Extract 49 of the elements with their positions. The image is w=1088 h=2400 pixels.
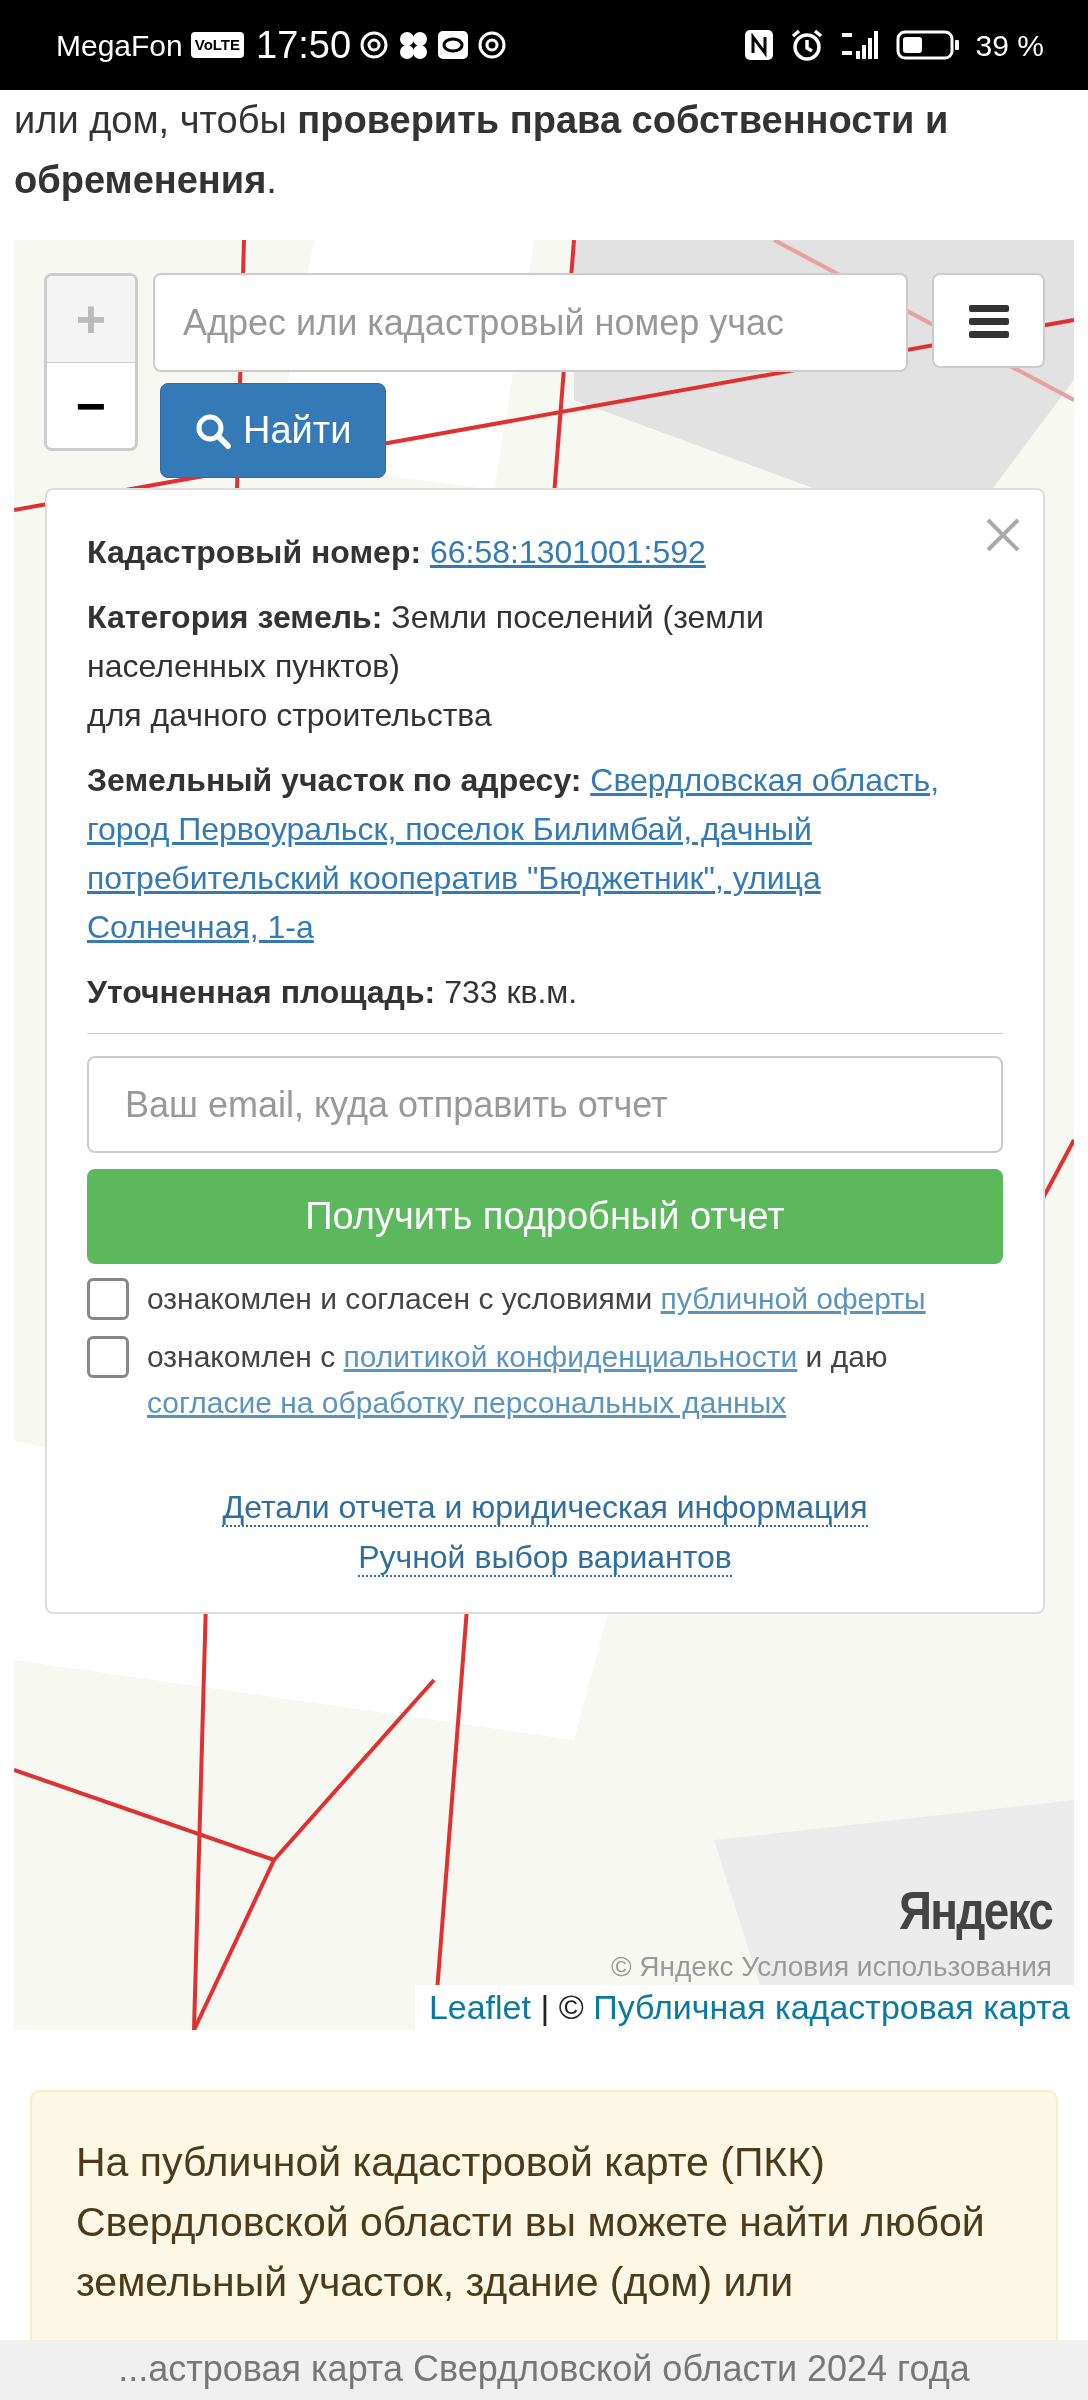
attribution-separator: | ©	[540, 1988, 584, 2026]
field-link[interactable]: 66:58:1301001:592	[429, 534, 706, 570]
field-value: населенных пунктов)	[87, 648, 400, 684]
field-value: 733 кв.м.	[444, 974, 578, 1010]
field-link[interactable]: Солнечная, 1-а	[87, 909, 314, 945]
search-icon	[195, 412, 231, 449]
zoom-button[interactable]: −	[47, 362, 135, 448]
find-button[interactable]: Найти	[160, 383, 387, 478]
map-logo: Яндекс	[898, 1880, 1052, 1940]
field-link[interactable]: город Первоуральск, поселок Билимбай, дачный	[87, 811, 812, 847]
consent-link[interactable]: публичной оферты	[660, 1282, 926, 1315]
ring-icon	[437, 30, 470, 60]
consent-text: ознакомлен и согласен с условиями	[147, 1282, 653, 1315]
field-link[interactable]: потребительский кооператив "Бюджетник", улица	[87, 860, 821, 896]
field-label: Земельный участок по адресу:	[87, 762, 582, 798]
menu-icon	[968, 302, 1009, 339]
consent-link[interactable]: согласие на обработку персональных данных	[147, 1386, 787, 1419]
intro-text: или дом, чтобы проверить права собственности и обременения.	[13, 98, 950, 203]
cluster-icon	[397, 30, 430, 60]
field-value: Земли поселений (земли	[391, 599, 764, 635]
volte-badge: VoLTE	[190, 31, 245, 59]
field-label: Категория земель:	[87, 599, 383, 635]
signal-icon	[839, 29, 880, 61]
checkbox[interactable]	[87, 1336, 129, 1378]
menu-button[interactable]	[932, 273, 1045, 368]
consent-text: и даю	[805, 1340, 888, 1373]
alarm-icon	[789, 28, 824, 62]
field-label: Кадастровый номер:	[87, 534, 422, 570]
source-link[interactable]: Публичная кадастровая карта	[593, 1988, 1070, 2026]
search-field[interactable]: Адрес или кадастровый номер учас	[153, 273, 908, 372]
checkbox[interactable]	[87, 1278, 129, 1320]
report-button[interactable]: Получить подробный отчет	[87, 1169, 1003, 1264]
field-value: для дачного строительства	[87, 697, 492, 733]
popup-link[interactable]: Ручной выбор вариантов	[358, 1539, 732, 1577]
clock-time: 17:50	[256, 22, 352, 68]
field-label: Уточненная площадь:	[87, 974, 436, 1010]
map-terms-text: © Яндекс Условия использования	[610, 1950, 1052, 1984]
nfc-icon	[743, 29, 774, 61]
carrier-name: MegaFon	[56, 27, 183, 64]
close-icon	[985, 516, 1021, 553]
popup-link[interactable]: Детали отчета и юридическая информация	[222, 1489, 868, 1527]
battery-percent: 39 %	[975, 27, 1044, 64]
consent-text: ознакомлен с	[147, 1340, 336, 1373]
field-link[interactable]: Свердловская область,	[590, 762, 940, 798]
page-title-bar: ...астровая карта Свердловской области 2024 года	[0, 2340, 1088, 2400]
battery-icon	[895, 29, 960, 61]
consent-link[interactable]: политикой конфиденциальности	[343, 1340, 798, 1373]
leaflet-link[interactable]: Leaflet	[428, 1988, 531, 2026]
email-field[interactable]: Ваш email, куда отправить отчет	[87, 1056, 1003, 1153]
